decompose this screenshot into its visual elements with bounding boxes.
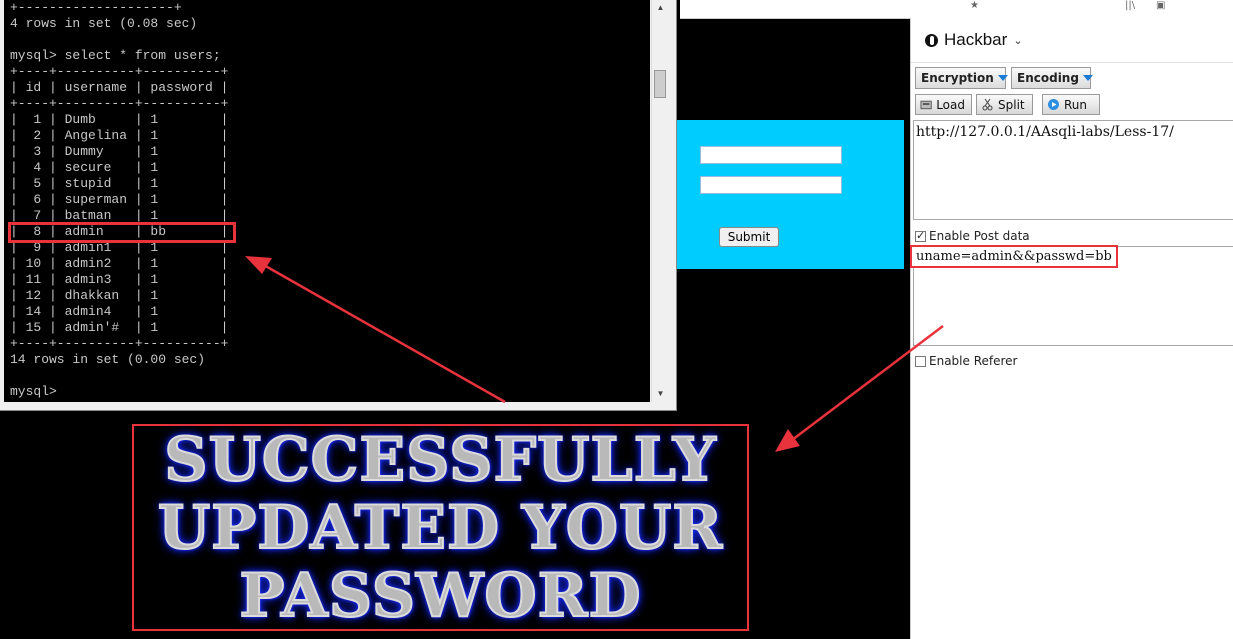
console-line: mysql> bbox=[10, 384, 57, 399]
split-button[interactable]: Split bbox=[976, 94, 1033, 115]
load-icon bbox=[920, 100, 932, 110]
chevron-down-icon[interactable]: ⌄ bbox=[1013, 34, 1022, 47]
dropdown-arrow-icon bbox=[997, 75, 1008, 81]
checkbox-unchecked-icon[interactable] bbox=[915, 355, 926, 367]
console-line: +----+----------+----------+ bbox=[10, 96, 229, 111]
console-line: | 15 | admin'# | 1 | bbox=[10, 320, 229, 335]
banner-line-2: UPDATED YOUR bbox=[157, 492, 724, 563]
console-line: +----+----------+----------+ bbox=[10, 64, 229, 79]
hackbar-panel: Hackbar ⌄ Encryption Encoding Load Split… bbox=[910, 18, 1233, 639]
encoding-label: Encoding bbox=[1017, 71, 1079, 85]
console-line: | 12 | dhakkan | 1 | bbox=[10, 288, 229, 303]
encryption-label: Encryption bbox=[921, 71, 994, 85]
hackbar-header[interactable]: Hackbar ⌄ bbox=[925, 30, 1023, 50]
encryption-dropdown[interactable]: Encryption bbox=[915, 67, 1008, 89]
browser-toolbar-strip: ★ ||\ ▣ bbox=[680, 0, 1233, 19]
checkbox-checked-icon[interactable] bbox=[915, 229, 926, 242]
password-input[interactable] bbox=[700, 176, 842, 194]
scissors-icon bbox=[982, 98, 993, 111]
arrowhead-icon bbox=[775, 429, 800, 452]
console-scrollbar[interactable]: ▲ ▼ bbox=[651, 0, 669, 402]
submit-button[interactable]: Submit bbox=[719, 227, 779, 247]
url-textarea[interactable]: http://127.0.0.1/AAsqli-labs/Less-17/ bbox=[913, 120, 1233, 220]
encoding-dropdown[interactable]: Encoding bbox=[1011, 67, 1093, 89]
hackbar-logo-icon bbox=[925, 33, 938, 47]
console-output: +--------------------+ 4 rows in set (0.… bbox=[4, 0, 650, 402]
console-line: | 11 | admin3 | 1 | bbox=[10, 272, 229, 287]
scroll-thumb[interactable] bbox=[654, 70, 666, 98]
scroll-down-icon[interactable]: ▼ bbox=[654, 388, 667, 400]
enable-referer-checkbox[interactable]: Enable Referer bbox=[915, 354, 1017, 368]
console-line: +----+----------+----------+ bbox=[10, 336, 229, 351]
console-line: | 10 | admin2 | 1 | bbox=[10, 256, 229, 271]
hackbar-title: Hackbar bbox=[944, 30, 1008, 49]
console-line: | 2 | Angelina | 1 | bbox=[10, 128, 229, 143]
enable-post-label: Enable Post data bbox=[929, 229, 1030, 243]
console-line: | 4 | secure | 1 | bbox=[10, 160, 229, 175]
divider bbox=[911, 62, 1233, 63]
username-input[interactable] bbox=[700, 146, 842, 164]
load-button[interactable]: Load bbox=[915, 94, 972, 115]
play-icon bbox=[1048, 99, 1059, 110]
load-label: Load bbox=[936, 97, 965, 112]
console-line: 4 rows in set (0.08 sec) bbox=[10, 16, 198, 31]
success-banner: SUCCESSFULLY UPDATED YOUR PASSWORD bbox=[132, 424, 749, 631]
admin-row-highlight bbox=[8, 222, 236, 243]
console-line: +--------------------+ bbox=[10, 0, 182, 15]
split-label: Split bbox=[998, 97, 1025, 112]
console-line: | 3 | Dummy | 1 | bbox=[10, 144, 229, 159]
banner-line-3: PASSWORD bbox=[238, 560, 642, 631]
console-line: | 14 | admin4 | 1 | bbox=[10, 304, 229, 319]
enable-referer-label: Enable Referer bbox=[929, 354, 1018, 368]
console-line: | 7 | batman | 1 | bbox=[10, 208, 229, 223]
mysql-console-window: +--------------------+ 4 rows in set (0.… bbox=[0, 0, 677, 411]
toolbar-icon-library[interactable]: ||\ bbox=[1125, 0, 1135, 11]
banner-line-1: SUCCESSFULLY bbox=[163, 424, 717, 495]
console-text: +--------------------+ 4 rows in set (0.… bbox=[4, 0, 650, 400]
console-line: 14 rows in set (0.00 sec) bbox=[10, 352, 206, 367]
console-line: mysql> select * from users; bbox=[10, 48, 221, 63]
login-form-panel: Submit bbox=[676, 120, 904, 269]
run-label: Run bbox=[1064, 97, 1088, 112]
console-line: | 5 | stupid | 1 | bbox=[10, 176, 229, 191]
post-data-value[interactable]: uname=admin&&passwd=bb bbox=[910, 245, 1118, 268]
console-line: | id | username | password | bbox=[10, 80, 229, 95]
console-line: | 6 | superman | 1 | bbox=[10, 192, 229, 207]
scroll-up-icon[interactable]: ▲ bbox=[654, 2, 667, 14]
dropdown-arrow-icon bbox=[1082, 75, 1093, 81]
enable-post-checkbox[interactable]: Enable Post data bbox=[915, 229, 1030, 243]
run-button[interactable]: Run bbox=[1042, 94, 1100, 115]
star-icon[interactable]: ★ bbox=[970, 0, 979, 11]
console-line: | 1 | Dumb | 1 | bbox=[10, 112, 229, 127]
toolbar-icon-sidebar[interactable]: ▣ bbox=[1156, 0, 1165, 11]
